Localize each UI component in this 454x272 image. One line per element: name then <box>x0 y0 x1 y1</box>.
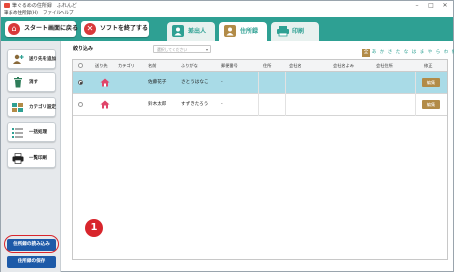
column-name[interactable]: 名前 <box>148 60 156 72</box>
category-settings-label: カテゴリ設定 <box>29 105 56 110</box>
column-company[interactable]: 会社名 <box>289 60 302 72</box>
add-recipient-button[interactable]: 送り先を追加 <box>7 49 56 69</box>
tab-sender[interactable]: 差出人 <box>167 22 215 41</box>
row-radio[interactable] <box>78 102 83 107</box>
menu-bar: 筆まめ住所録(H) ファイル ヘルプ <box>1 10 453 17</box>
back-to-start-label: スタート画面に戻る <box>24 25 79 32</box>
batch-process-button[interactable]: 一括処理 <box>7 122 56 142</box>
list-print-label: 一覧印刷 <box>29 156 47 161</box>
kana-ra[interactable]: ら <box>434 49 442 57</box>
filter-label: 絞り込み <box>73 46 94 52</box>
tab-sender-label: 差出人 <box>188 28 207 35</box>
printer-icon <box>276 25 289 37</box>
column-edit[interactable]: 修正 <box>424 60 432 72</box>
delete-label: 消す <box>29 80 38 85</box>
callout-highlight-ring <box>4 235 59 253</box>
row-radio[interactable] <box>78 80 83 85</box>
delete-button[interactable]: 消す <box>7 72 56 92</box>
kana-wa[interactable]: わ <box>442 49 450 57</box>
column-company-address[interactable]: 会社住所 <box>376 60 393 72</box>
header-bar: ⌂ スタート画面に戻る ✕ ソフトを終了する 差出人 住所録 印刷 <box>1 17 453 41</box>
back-to-start-button[interactable]: ⌂ スタート画面に戻る <box>5 21 79 37</box>
add-person-icon <box>12 54 24 65</box>
app-window: 筆ぐるめの住所録 ふれんど – □ ✕ 筆まめ住所録(H) ファイル ヘルプ ⌂… <box>0 0 454 272</box>
column-category[interactable]: カテゴリ <box>118 60 135 72</box>
kana-sa[interactable]: さ <box>386 49 394 57</box>
tab-print-label: 印刷 <box>292 28 305 35</box>
close-circle-icon: ✕ <box>84 23 96 35</box>
chevron-down-icon: ▾ <box>205 47 208 52</box>
exit-software-label: ソフトを終了する <box>100 25 149 32</box>
column-recipient[interactable]: 送り先 <box>95 60 108 72</box>
tab-address-book-label: 住所録 <box>240 28 259 35</box>
table-header: 送り先 カテゴリ 名前 ふりがな 郵便番号 住所 会社名 会社名よみ 会社住所 … <box>73 60 447 72</box>
cell-name: 鈴木太郎 <box>148 102 167 107</box>
minimize-icon[interactable]: – <box>411 1 423 10</box>
address-table: 送り先 カテゴリ 名前 ふりがな 郵便番号 住所 会社名 会社名よみ 会社住所 … <box>72 59 448 260</box>
title-bar: 筆ぐるめの住所録 ふれんど – □ ✕ <box>1 1 453 10</box>
column-address[interactable]: 住所 <box>263 60 271 72</box>
kana-a[interactable]: あ <box>370 49 378 57</box>
column-zip[interactable]: 郵便番号 <box>221 60 238 72</box>
home-icon <box>100 100 110 109</box>
printer-icon <box>12 153 24 164</box>
trash-icon <box>12 77 24 88</box>
cell-zip: - <box>221 102 223 107</box>
close-icon[interactable]: ✕ <box>439 1 451 10</box>
cell-furigana: さとうはなこ <box>181 80 209 85</box>
cell-furigana: すずきたろう <box>181 102 209 107</box>
menu-item-file[interactable]: ファイル <box>43 10 61 17</box>
window-title: 筆ぐるめの住所録 ふれんど <box>12 3 77 9</box>
save-address-book-button[interactable]: 住所録の保存 <box>7 256 56 268</box>
step-number-badge: 1 <box>85 219 103 237</box>
table-row[interactable]: 鈴木太郎 すずきたろう - 編集 <box>73 94 447 116</box>
tab-address-book[interactable]: 住所録 <box>219 22 267 41</box>
edit-button[interactable]: 編集 <box>422 78 440 87</box>
kana-other[interactable]: 他 <box>450 49 454 57</box>
address-book-icon <box>224 25 236 37</box>
kana-ma[interactable]: ま <box>418 49 426 57</box>
table-row[interactable]: 佐藤花子 さとうはなこ - 編集 <box>73 72 447 94</box>
menu-item-help[interactable]: ヘルプ <box>60 10 74 17</box>
batch-process-label: 一括処理 <box>29 130 47 135</box>
sender-icon <box>172 25 184 37</box>
category-icon <box>12 102 24 113</box>
category-settings-button[interactable]: カテゴリ設定 <box>7 97 56 117</box>
home-icon <box>100 78 110 87</box>
select-all-radio[interactable] <box>78 63 83 68</box>
column-divider <box>415 72 416 116</box>
home-icon: ⌂ <box>8 23 20 35</box>
list-print-button[interactable]: 一覧印刷 <box>7 148 56 168</box>
kana-ya[interactable]: や <box>426 49 434 57</box>
app-icon <box>4 3 10 8</box>
exit-software-button[interactable]: ✕ ソフトを終了する <box>81 21 149 37</box>
maximize-icon[interactable]: □ <box>425 1 437 10</box>
filter-placeholder: 選択してください <box>157 47 188 52</box>
list-icon <box>12 127 24 138</box>
cell-zip: - <box>221 80 223 85</box>
tab-print[interactable]: 印刷 <box>271 22 319 41</box>
filter-dropdown[interactable]: 選択してください ▾ <box>153 45 211 53</box>
column-furigana[interactable]: ふりがな <box>181 60 198 72</box>
kana-ka[interactable]: か <box>378 49 386 57</box>
kana-na[interactable]: な <box>402 49 410 57</box>
kana-ta[interactable]: た <box>394 49 402 57</box>
cell-name: 佐藤花子 <box>148 80 167 85</box>
add-recipient-label: 送り先を追加 <box>29 57 56 62</box>
column-company-reading[interactable]: 会社名よみ <box>333 60 354 72</box>
kana-ha[interactable]: は <box>410 49 418 57</box>
kana-all[interactable]: 全 <box>362 49 370 57</box>
edit-button[interactable]: 編集 <box>422 100 440 109</box>
column-divider <box>285 72 286 116</box>
column-divider <box>258 72 259 116</box>
menu-item-app[interactable]: 筆まめ住所録(H) <box>4 10 38 17</box>
